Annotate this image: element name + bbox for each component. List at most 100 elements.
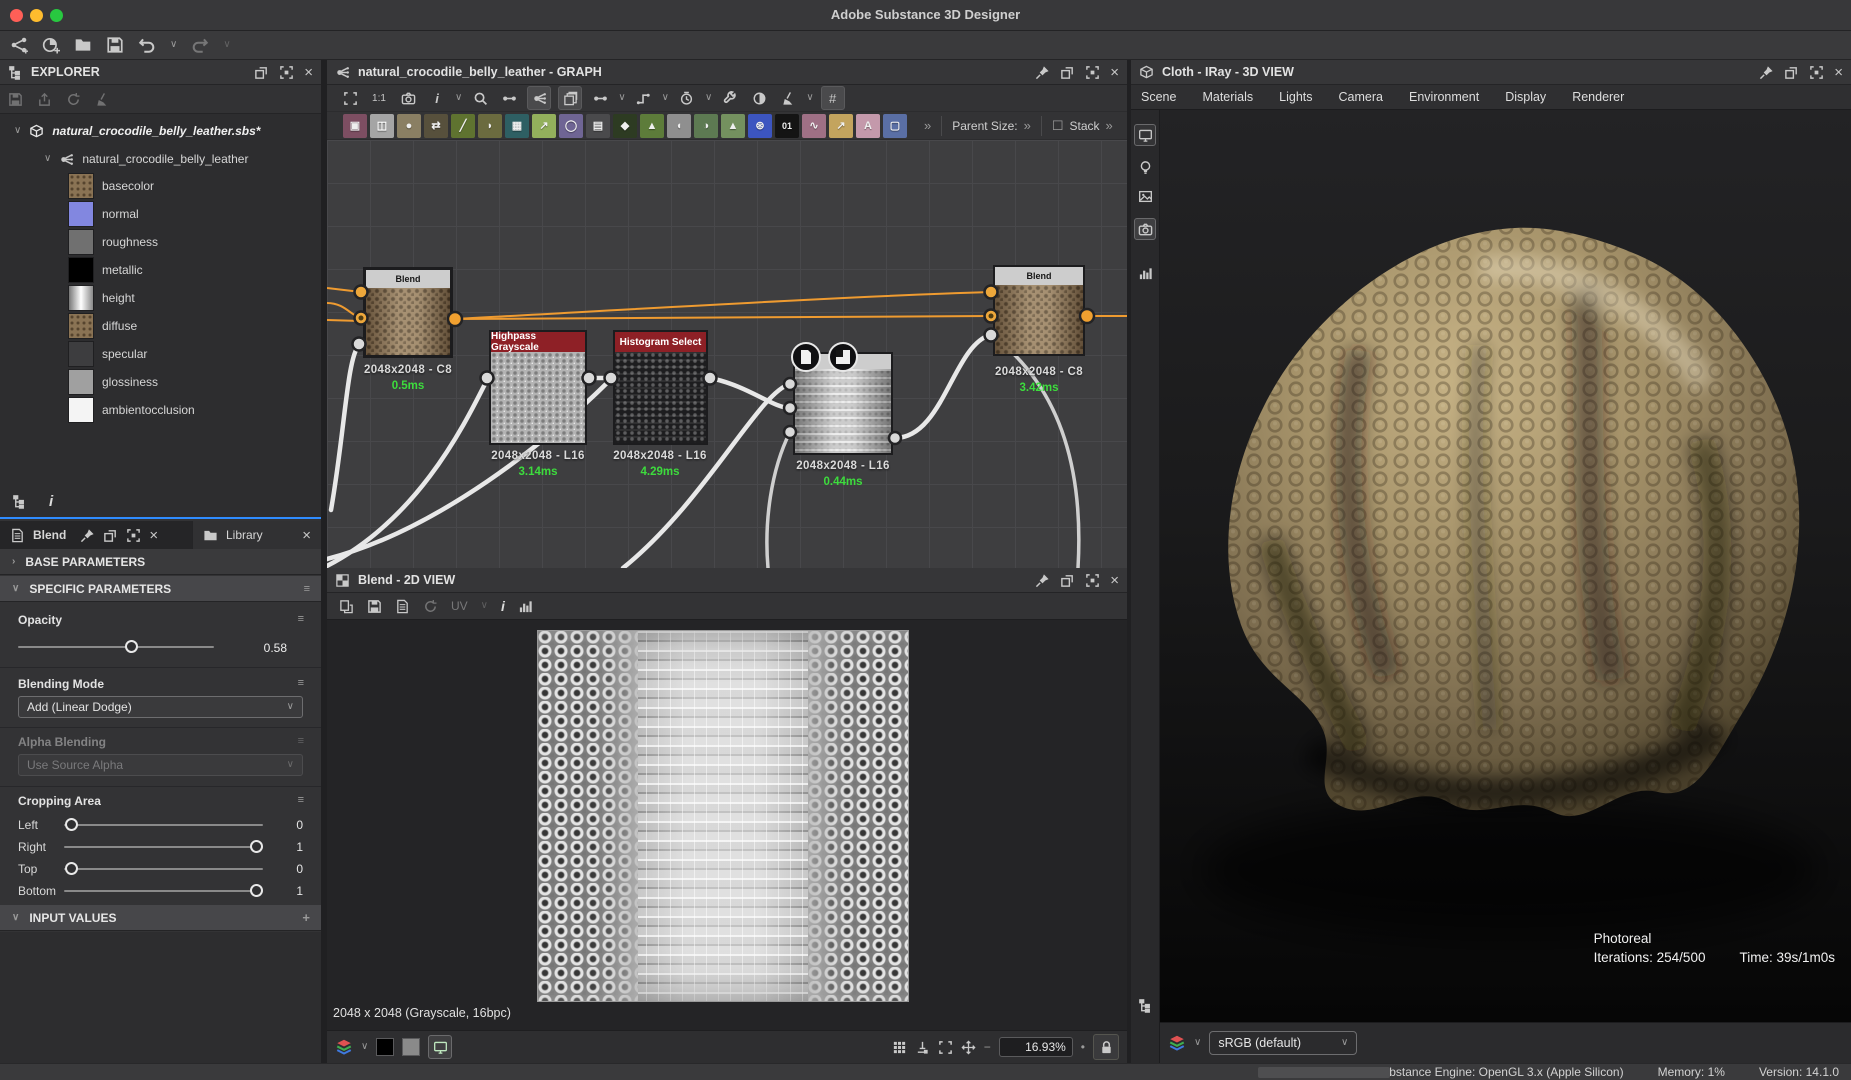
tab-blend[interactable]: Blend ×: [0, 521, 192, 549]
background-gray-swatch[interactable]: [402, 1038, 420, 1056]
opacity-slider[interactable]: [18, 640, 214, 654]
close-tab-icon[interactable]: ×: [149, 528, 158, 543]
actual-size-icon[interactable]: 1:1: [368, 87, 390, 109]
float-panel-icon[interactable]: [103, 528, 118, 543]
redo-icon[interactable]: [191, 36, 209, 54]
pin-icon[interactable]: [80, 528, 95, 543]
tools-icon[interactable]: [719, 87, 741, 109]
node-tile-directional-blur[interactable]: ◗: [478, 114, 502, 138]
menu-display[interactable]: Display: [1505, 90, 1546, 104]
tree-item-output[interactable]: roughness: [68, 229, 158, 255]
node-tile-gradient[interactable]: ◆: [613, 114, 637, 138]
node-tile-distance[interactable]: ↗: [532, 114, 556, 138]
render-view-icon[interactable]: [1134, 124, 1156, 146]
crop-top-slider[interactable]: [64, 862, 263, 876]
save-image-icon[interactable]: [367, 599, 382, 614]
node-tile-directional-warp[interactable]: ▦: [505, 114, 529, 138]
node-tile-uniform-color[interactable]: ▣: [343, 114, 367, 138]
crop-bottom-slider[interactable]: [64, 884, 263, 898]
undo-chevron-icon[interactable]: ∨: [170, 40, 177, 50]
pin-icon[interactable]: [1759, 65, 1774, 80]
colorspace-select[interactable]: sRGB (default) ∨: [1209, 1031, 1357, 1055]
open-file-icon[interactable]: [74, 36, 92, 54]
tree-item-output[interactable]: normal: [68, 201, 139, 227]
toolbar-overflow-icon[interactable]: »: [924, 119, 931, 132]
export-icon[interactable]: [37, 92, 52, 107]
close-tab-icon[interactable]: ×: [302, 528, 311, 543]
graph-node-blend[interactable]: Blend: [363, 267, 453, 358]
float-panel-icon[interactable]: [1060, 573, 1075, 588]
close-panel-icon[interactable]: ×: [1834, 65, 1843, 80]
fit-view-icon[interactable]: [339, 87, 361, 109]
snap-grid-icon[interactable]: #: [821, 86, 845, 110]
tree-item-package[interactable]: ∨ natural_crocodile_belly_leather.sbs*: [14, 118, 260, 144]
reload-icon[interactable]: [66, 92, 81, 107]
node-tile-tile-sampler[interactable]: ▤: [586, 114, 610, 138]
maximize-panel-icon[interactable]: [1085, 573, 1100, 588]
menu-camera[interactable]: Camera: [1339, 90, 1383, 104]
copy-image-icon[interactable]: [339, 599, 354, 614]
menu-lights[interactable]: Lights: [1279, 90, 1312, 104]
graph-node-highpass-grayscale[interactable]: Highpass Grayscale: [489, 330, 587, 445]
statistics-icon[interactable]: [1138, 266, 1153, 281]
maximize-panel-icon[interactable]: [1809, 65, 1824, 80]
crop-left-slider[interactable]: [64, 818, 263, 832]
pan-icon[interactable]: [961, 1040, 976, 1055]
zoom-in-icon[interactable]: •: [1081, 1041, 1085, 1053]
new-substance-icon[interactable]: [10, 36, 28, 54]
tab-library[interactable]: Library ×: [192, 521, 321, 549]
undo-icon[interactable]: [138, 36, 156, 54]
opacity-value[interactable]: 0.58: [240, 641, 287, 655]
environment-image-icon[interactable]: [1138, 189, 1153, 204]
parent-size-expand-icon[interactable]: »: [1024, 119, 1031, 132]
crop-right-value[interactable]: 1: [279, 840, 303, 854]
redo-chevron-icon[interactable]: ∨: [223, 40, 230, 50]
collapse-chevron-icon[interactable]: ∨: [44, 154, 51, 164]
section-specific-parameters[interactable]: ∨ SPECIFIC PARAMETERS ≡: [0, 576, 321, 602]
tree-item-output[interactable]: specular: [68, 341, 147, 367]
graph-node-blend-2[interactable]: Blend: [793, 352, 893, 455]
clean-icon[interactable]: [777, 87, 799, 109]
histogram-icon[interactable]: [518, 599, 533, 614]
zoom-level-input[interactable]: 16.93%: [999, 1037, 1073, 1057]
node-tile-hsl[interactable]: ⊛: [748, 114, 772, 138]
tree-item-output[interactable]: diffuse: [68, 313, 137, 339]
maximize-panel-icon[interactable]: [279, 65, 294, 80]
clean-icon[interactable]: [95, 92, 110, 107]
save-all-icon[interactable]: [106, 36, 124, 54]
float-panel-icon[interactable]: [254, 65, 269, 80]
float-panel-icon[interactable]: [1060, 65, 1075, 80]
stack-expand-icon[interactable]: »: [1106, 119, 1113, 132]
graph-node-histogram-select[interactable]: Histogram Select: [613, 330, 708, 445]
graph-node-blend-3[interactable]: Blend: [993, 265, 1085, 356]
node-tile-curve[interactable]: ╱: [451, 114, 475, 138]
menu-scene[interactable]: Scene: [1141, 90, 1176, 104]
connection-style-icon[interactable]: [633, 87, 655, 109]
maximize-panel-icon[interactable]: [1085, 65, 1100, 80]
info-icon[interactable]: i: [501, 598, 505, 614]
fit-frame-icon[interactable]: [938, 1040, 953, 1055]
texture-2d-preview[interactable]: [537, 630, 909, 1002]
connection-color-icon[interactable]: [589, 87, 611, 109]
section-input-values[interactable]: ∨ INPUT VALUES +: [0, 905, 321, 931]
menu-environment[interactable]: Environment: [1409, 90, 1479, 104]
stack-view-icon[interactable]: [558, 86, 582, 110]
node-tile-grayscale-conversion[interactable]: ◖: [667, 114, 691, 138]
light-icon[interactable]: [1138, 160, 1153, 175]
node-tile-text[interactable]: A: [856, 114, 880, 138]
lock-zoom-button[interactable]: [1093, 1034, 1119, 1060]
graph-view-icon[interactable]: [527, 86, 551, 110]
node-tile-slope-blur[interactable]: ↗: [829, 114, 853, 138]
tree-item-output[interactable]: metallic: [68, 257, 143, 283]
crop-top-value[interactable]: 0: [279, 862, 303, 876]
color-adjust-icon[interactable]: [748, 87, 770, 109]
camera-settings-icon[interactable]: [1134, 218, 1156, 240]
node-tile-blend[interactable]: ◫: [370, 114, 394, 138]
preset-menu-icon[interactable]: ≡: [304, 583, 309, 595]
crop-left-value[interactable]: 0: [279, 818, 303, 832]
tree-item-output[interactable]: glossiness: [68, 369, 158, 395]
hierarchy-view-icon[interactable]: [12, 494, 27, 509]
info-view-icon[interactable]: i: [49, 493, 53, 510]
tree-item-output[interactable]: height: [68, 285, 135, 311]
blending-mode-select[interactable]: Add (Linear Dodge) ∨: [18, 696, 303, 718]
